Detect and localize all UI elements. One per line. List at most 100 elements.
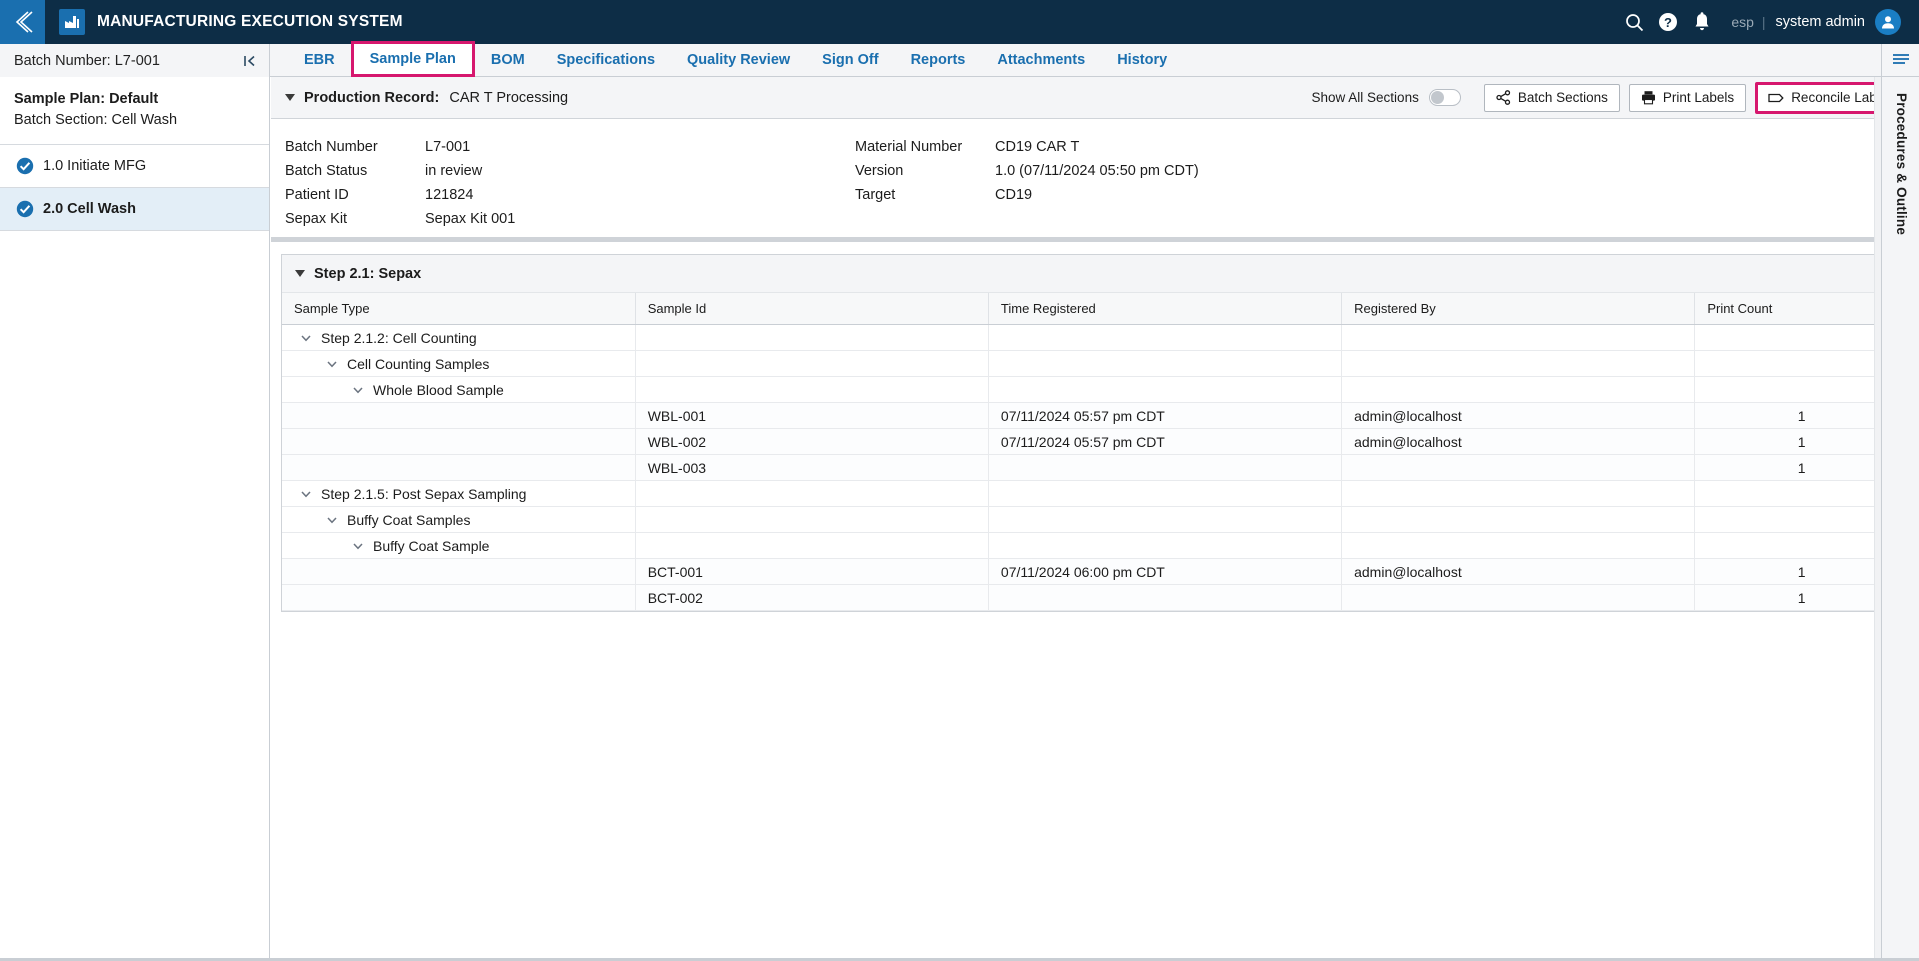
cell-time-registered — [988, 584, 1343, 611]
main-content: Production Record: CAR T Processing Show… — [271, 77, 1919, 961]
tab-bar: EBR Sample Plan BOM Specifications Quali… — [270, 41, 1183, 77]
collapse-panel-icon[interactable] — [243, 54, 257, 68]
check-circle-icon — [16, 157, 34, 175]
details-horizontal-scrollbar[interactable] — [271, 237, 1919, 242]
table-row[interactable]: WBL-001 07/11/2024 05:57 pm CDT admin@loca… — [282, 402, 1908, 429]
batch-details-right-column: Material Number CD19 CAR T Version 1.0 (… — [855, 135, 1199, 231]
tab-sign-off[interactable]: Sign Off — [806, 44, 894, 76]
tag-icon — [1768, 91, 1784, 105]
cell-sample-type: Whole Blood Sample — [282, 376, 636, 403]
table-row[interactable]: Buffy Coat Samples — [282, 506, 1908, 533]
tab-reports[interactable]: Reports — [895, 44, 982, 76]
sidebar-item-initiate-mfg[interactable]: 1.0 Initiate MFG — [0, 145, 269, 189]
print-labels-button[interactable]: Print Labels — [1628, 83, 1747, 112]
user-name: system admin — [1775, 14, 1865, 30]
cell-sample-id — [635, 532, 989, 559]
sidebar-item-cell-wash[interactable]: 2.0 Cell Wash — [0, 188, 269, 232]
table-row[interactable]: WBL-003 1 — [282, 454, 1908, 481]
group-label: Step 2.1.5: Post Sepax Sampling — [321, 485, 527, 502]
caret-down-icon[interactable] — [295, 270, 305, 277]
tab-specifications[interactable]: Specifications — [541, 44, 671, 76]
cell-sample-id: BCT-002 — [635, 584, 989, 611]
table-row[interactable]: BCT-001 07/11/2024 06:00 pm CDT admin@loca… — [282, 558, 1908, 585]
procedures-outline-label[interactable]: Procedures & Outline — [1894, 93, 1909, 235]
cell-sample-id — [635, 376, 989, 403]
table-row[interactable]: Step 2.1.2: Cell Counting — [282, 324, 1908, 351]
group-label: Step 2.1.2: Cell Counting — [321, 329, 477, 346]
cell-time-registered: 07/11/2024 06:00 pm CDT — [988, 558, 1343, 585]
cell-registered-by: admin@localhost — [1341, 402, 1696, 429]
chevron-down-icon[interactable] — [352, 384, 364, 396]
step-card: Step 2.1: Sepax Sample Type Sample Id Ti… — [281, 254, 1909, 612]
cell-sample-id — [635, 350, 989, 377]
group-label: Whole Blood Sample — [373, 381, 504, 398]
batch-details-panel: Batch Number L7-001 Batch Status in revi… — [271, 119, 1919, 242]
detail-key: Sepax Kit — [285, 211, 348, 227]
column-time-registered[interactable]: Time Registered — [988, 293, 1343, 325]
chevron-down-icon[interactable] — [326, 358, 338, 370]
table-row[interactable]: Whole Blood Sample — [282, 376, 1908, 403]
cell-sample-type — [282, 558, 636, 585]
column-registered-by[interactable]: Registered By — [1341, 293, 1696, 325]
collapse-sidebar-button[interactable] — [0, 0, 45, 44]
samples-table-header: Sample Type Sample Id Time Registered Re… — [282, 293, 1908, 325]
caret-down-icon[interactable] — [285, 94, 295, 101]
column-sample-id[interactable]: Sample Id — [635, 293, 989, 325]
column-sample-type[interactable]: Sample Type — [282, 293, 636, 325]
cell-sample-id — [635, 480, 989, 507]
cell-registered-by — [1341, 506, 1696, 533]
cell-registered-by — [1341, 376, 1696, 403]
table-row[interactable]: BCT-002 1 — [282, 584, 1908, 611]
header-actions: ? esp | system admin — [1617, 0, 1919, 44]
list-menu-icon[interactable] — [1882, 44, 1919, 77]
detail-value: CD19 — [995, 187, 1033, 203]
bell-icon[interactable] — [1685, 0, 1719, 44]
share-icon — [1496, 90, 1511, 105]
production-record-label: Production Record: — [304, 89, 440, 106]
detail-key: Target — [855, 187, 896, 203]
chevron-left-icon — [12, 9, 34, 35]
table-row[interactable]: Buffy Coat Sample — [282, 532, 1908, 559]
chevron-down-icon[interactable] — [300, 488, 312, 500]
main-vertical-scrollbar[interactable] — [1874, 77, 1881, 961]
cell-time-registered: 07/11/2024 05:57 pm CDT — [988, 402, 1343, 429]
chevron-down-icon[interactable] — [300, 332, 312, 344]
detail-key: Version — [855, 163, 904, 179]
chevron-down-icon[interactable] — [352, 540, 364, 552]
tab-sample-plan[interactable]: Sample Plan — [350, 41, 475, 77]
detail-value: in review — [425, 163, 483, 179]
tab-history[interactable]: History — [1101, 44, 1183, 76]
sample-plan-title: Sample Plan: Default — [14, 91, 159, 107]
tab-attachments[interactable]: Attachments — [981, 44, 1101, 76]
app-title: MANUFACTURING EXECUTION SYSTEM — [97, 13, 403, 30]
cell-time-registered: 07/11/2024 05:57 pm CDT — [988, 428, 1343, 455]
cell-sample-type — [282, 454, 636, 481]
group-label: Buffy Coat Samples — [347, 511, 471, 528]
table-row[interactable]: WBL-002 07/11/2024 05:57 pm CDT admin@loca… — [282, 428, 1908, 455]
avatar[interactable] — [1875, 9, 1901, 35]
chevron-down-icon[interactable] — [326, 514, 338, 526]
group-label: Buffy Coat Sample — [373, 537, 490, 554]
detail-row: Batch Number L7-001 — [285, 135, 855, 159]
cell-sample-id: WBL-002 — [635, 428, 989, 455]
search-icon[interactable] — [1617, 0, 1651, 44]
table-row[interactable]: Step 2.1.5: Post Sepax Sampling — [282, 480, 1908, 507]
production-record-toolbar: Production Record: CAR T Processing Show… — [271, 77, 1919, 119]
cell-sample-type: Cell Counting Samples — [282, 350, 636, 377]
table-row[interactable]: Cell Counting Samples — [282, 350, 1908, 377]
cell-registered-by — [1341, 454, 1696, 481]
sample-plan-header: Sample Plan: Default Batch Section: Cell… — [0, 77, 269, 146]
tab-bom[interactable]: BOM — [475, 44, 541, 76]
cell-sample-id — [635, 506, 989, 533]
tab-ebr[interactable]: EBR — [288, 44, 351, 76]
svg-text:?: ? — [1664, 15, 1672, 30]
batch-sections-button[interactable]: Batch Sections — [1483, 83, 1620, 112]
tab-quality-review[interactable]: Quality Review — [671, 44, 806, 76]
show-all-sections-toggle[interactable] — [1428, 89, 1461, 106]
cell-registered-by: admin@localhost — [1341, 558, 1696, 585]
language-selector[interactable]: esp — [1731, 14, 1754, 30]
detail-row: Patient ID 121824 — [285, 183, 855, 207]
detail-key: Batch Status — [285, 163, 368, 179]
cell-sample-id: BCT-001 — [635, 558, 989, 585]
help-circle-icon[interactable]: ? — [1651, 0, 1685, 44]
